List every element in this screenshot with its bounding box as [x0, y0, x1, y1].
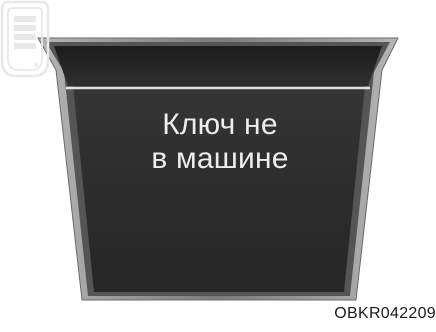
- cluster-display: Ключ не в машине: [0, 0, 436, 332]
- warning-message-line2: в машине: [151, 142, 289, 175]
- image-code-caption: OBKR042209: [334, 305, 436, 322]
- warning-message: Ключ не в машине: [90, 108, 350, 176]
- smart-key-icon: [0, 0, 50, 78]
- warning-message-line1: Ключ не: [162, 108, 278, 141]
- display-top-band: [54, 46, 382, 86]
